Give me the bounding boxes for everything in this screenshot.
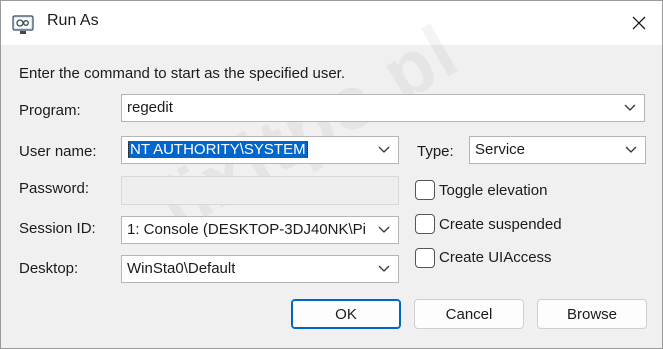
password-label: Password: (19, 180, 90, 197)
desktop-label: Desktop: (19, 260, 79, 277)
session-label: Session ID: (19, 220, 96, 237)
desktop-combobox[interactable]: WinSta0\Default (121, 255, 399, 283)
instruction-text: Enter the command to start as the specif… (19, 65, 346, 82)
username-label: User name: (19, 143, 97, 160)
type-value[interactable]: Service (475, 141, 525, 158)
session-combobox[interactable]: 1: Console (DESKTOP-3DJ40NK\Pi (121, 216, 399, 244)
chevron-down-icon[interactable] (624, 145, 638, 155)
browse-button[interactable]: Browse (537, 299, 647, 329)
create-suspended-label[interactable]: Create suspended (439, 216, 562, 233)
close-icon (632, 16, 646, 30)
program-combobox[interactable]: regedit (121, 94, 645, 122)
create-uiaccess-label[interactable]: Create UIAccess (439, 249, 552, 266)
program-label: Program: (19, 102, 81, 119)
username-combobox[interactable]: NT AUTHORITY\SYSTEM (121, 136, 399, 164)
create-uiaccess-checkbox[interactable] (415, 248, 435, 268)
program-value[interactable]: regedit (127, 99, 173, 116)
desktop-value[interactable]: WinSta0\Default (127, 260, 235, 277)
toggle-elevation-checkbox[interactable] (415, 180, 435, 200)
chevron-down-icon[interactable] (377, 264, 391, 274)
cancel-button[interactable]: Cancel (414, 299, 524, 329)
chevron-down-icon[interactable] (377, 145, 391, 155)
chevron-down-icon[interactable] (623, 103, 637, 113)
type-label: Type: (417, 143, 454, 160)
create-suspended-checkbox[interactable] (415, 214, 435, 234)
title-bar: Run As (1, 1, 662, 45)
username-value-wrap[interactable]: NT AUTHORITY\SYSTEM (128, 141, 308, 158)
session-value[interactable]: 1: Console (DESKTOP-3DJ40NK\Pi (127, 221, 373, 238)
password-field[interactable] (121, 176, 399, 205)
toggle-elevation-label[interactable]: Toggle elevation (439, 182, 547, 199)
run-as-app-icon (12, 15, 34, 34)
username-value[interactable]: NT AUTHORITY\SYSTEM (128, 141, 308, 158)
close-button[interactable] (616, 1, 662, 45)
chevron-down-icon[interactable] (377, 225, 391, 235)
dialog-body: fixitpc.pl Enter the command to start as… (1, 9, 662, 348)
run-as-dialog: Run As fixitpc.pl Enter the command to s… (0, 0, 663, 349)
ok-button[interactable]: OK (291, 299, 401, 329)
window-title: Run As (47, 12, 99, 29)
type-combobox[interactable]: Service (469, 136, 646, 164)
